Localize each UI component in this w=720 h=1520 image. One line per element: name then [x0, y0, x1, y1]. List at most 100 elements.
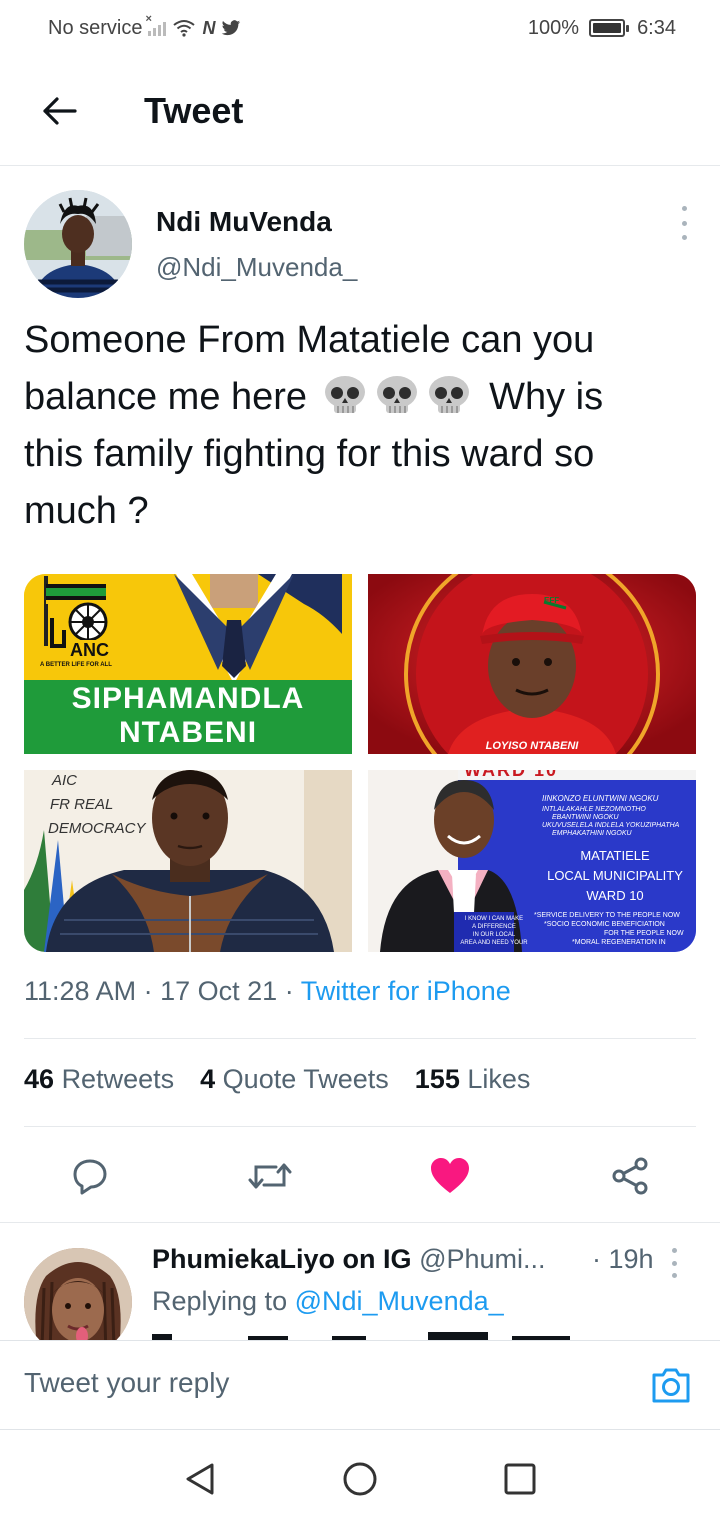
reply-avatar[interactable]: [24, 1248, 132, 1340]
likes-stat[interactable]: 155 Likes: [415, 1064, 531, 1095]
reply-author-handle: @Phumi...: [419, 1244, 546, 1274]
reply-timestamp: · 19h: [592, 1244, 654, 1274]
poster-promise-2: *SOCIO ECONOMIC BENEFICIATION: [544, 921, 665, 928]
likes-count: 155: [414, 1064, 460, 1094]
status-left: No service × N: [48, 13, 241, 40]
poster-promise-4: *MORAL REGENERATION IN: [572, 939, 666, 946]
media-image-4[interactable]: WARD 10 IINKONZO ELUNTWINI NGOKU INTLALA…: [368, 770, 696, 952]
arrow-left-icon: [43, 96, 77, 125]
skull-emoji-icon: [429, 376, 470, 413]
signal-icon: ×: [145, 13, 167, 36]
poster-left-4: AREA AND NEED YOUR: [460, 940, 528, 946]
battery-icon: [589, 19, 630, 37]
more-options-button[interactable]: [672, 206, 696, 240]
camera-button[interactable]: [650, 1365, 692, 1405]
battery-fill: [593, 23, 622, 33]
reply-composer[interactable]: Tweet your reply: [0, 1340, 720, 1430]
share-icon: [612, 1157, 648, 1195]
nav-recents-button[interactable]: [502, 1461, 538, 1497]
tweet-source-link[interactable]: Twitter for iPhone: [301, 976, 511, 1006]
wifi-icon: [173, 20, 196, 37]
candidate-caption: LOYISO NTABENI: [485, 740, 579, 752]
nfc-icon: N: [202, 17, 216, 38]
tweet-actions: [0, 1140, 720, 1210]
media-image-3[interactable]: AIC FR REAL DEMOCRACY: [24, 770, 352, 952]
anc-party-label: ANC: [68, 640, 111, 661]
reply-author-name: PhumiekaLiyo on IG: [152, 1244, 412, 1274]
retweets-count: 46: [24, 1064, 55, 1094]
tweet-media-grid: ANC A BETTER LIFE FOR ALL SIPHAMANDLA NT…: [24, 574, 696, 952]
twitter-bird-icon: [222, 19, 241, 35]
tweet-text-line: Someone From Matatiele can you: [24, 319, 595, 361]
replying-prefix: Replying to: [152, 1286, 288, 1316]
like-button[interactable]: [428, 1154, 472, 1198]
quotes-count: 4: [200, 1064, 216, 1094]
tweet-text: Someone From Matatiele can you balance m…: [24, 312, 704, 540]
battery-percent: 100%: [527, 16, 580, 39]
reply-author[interactable]: PhumiekaLiyo on IG @Phumi...: [152, 1244, 546, 1275]
tweet-time: 11:28 AM: [24, 976, 137, 1006]
author-name[interactable]: Ndi MuVenda: [156, 206, 332, 238]
camera-icon: [652, 1368, 690, 1403]
status-right: 100% 6:34: [528, 17, 676, 40]
ward-bullet-3a: UKUVUSELELA INDLELA YOKUZIPHATHA: [542, 822, 680, 829]
tweet-date: 17 Oct 21: [160, 976, 278, 1006]
eff-portrait-graphic: [368, 574, 696, 754]
skull-emoji-icon: [325, 376, 366, 413]
carrier-label: No service: [48, 16, 143, 39]
quotes-label: Quote Tweets: [222, 1064, 389, 1094]
skull-emoji-icon: [377, 376, 418, 413]
anc-slogan: A BETTER LIFE FOR ALL: [40, 662, 112, 668]
candidate-last-name: NTABENI: [118, 716, 258, 749]
poster-left-3: IN OUR LOCAL: [472, 932, 516, 938]
meta-separator: ·: [284, 976, 301, 1006]
ward-banner: WARD 10: [464, 770, 559, 780]
poster-left-2: A DIFFERENCE: [472, 924, 516, 930]
poster-left-1: I KNOW I CAN MAKE: [464, 916, 524, 922]
reply-text-cutoff: [152, 1332, 570, 1340]
divider: [24, 1126, 696, 1127]
author-avatar[interactable]: [24, 190, 132, 298]
retweet-button[interactable]: [248, 1154, 292, 1198]
circle-home-icon: [343, 1462, 377, 1496]
replying-to: Replying to @Ndi_Muvenda_: [152, 1286, 504, 1317]
nav-back-button[interactable]: [182, 1461, 218, 1497]
quotes-stat[interactable]: 4 Quote Tweets: [200, 1064, 389, 1095]
divider: [24, 1038, 696, 1039]
ward-bullet-2b: EBANTWINI NGOKU: [552, 814, 619, 821]
municipality-name: MATATIELE: [580, 848, 650, 863]
author-handle[interactable]: @Ndi_Muvenda_: [156, 252, 357, 283]
status-bar: No service × N 100% 6:34: [0, 0, 720, 56]
tweet-meta: 11:28 AM · 17 Oct 21 · Twitter for iPhon…: [24, 976, 511, 1007]
tweet-text-line: this family fighting for this ward so: [24, 433, 595, 475]
poster-promise-3: FOR THE PEOPLE NOW: [604, 930, 684, 937]
reply-icon: [73, 1159, 107, 1195]
eff-hat-text: EFF: [544, 596, 560, 605]
square-recents-icon: [504, 1463, 536, 1495]
aic-line1: AIC: [52, 772, 78, 789]
share-button[interactable]: [608, 1154, 652, 1198]
heart-filled-icon: [431, 1158, 469, 1193]
replying-mention-link[interactable]: @Ndi_Muvenda_: [295, 1286, 504, 1316]
ward-bullet-2a: INTLALAKAHLE NEZOMNOTHO: [542, 806, 646, 813]
retweets-label: Retweets: [61, 1064, 175, 1094]
retweet-icon: [248, 1163, 292, 1189]
tweet-stats: 46 Retweets 4 Quote Tweets 155 Likes: [24, 1064, 530, 1095]
municipality-type: LOCAL MUNICIPALITY: [547, 868, 683, 883]
candidate-first-name: SIPHAMANDLA: [71, 682, 305, 715]
author-avatar-image: [24, 190, 132, 298]
reply-input[interactable]: Tweet your reply: [24, 1367, 229, 1399]
ward-number: WARD 10: [586, 888, 644, 903]
page-title: Tweet: [144, 89, 244, 131]
nav-home-button[interactable]: [342, 1461, 378, 1497]
media-image-1[interactable]: ANC A BETTER LIFE FOR ALL SIPHAMANDLA NT…: [24, 574, 352, 754]
reply-more-options-button[interactable]: [664, 1248, 684, 1278]
reply-button[interactable]: [68, 1154, 112, 1198]
retweets-stat[interactable]: 46 Retweets: [24, 1064, 174, 1095]
tweet-text-line: balance me here Why is: [24, 369, 704, 426]
media-image-2[interactable]: EFF LOYISO NTABENI: [368, 574, 696, 754]
back-button[interactable]: [24, 81, 94, 141]
reply-tweet[interactable]: PhumiekaLiyo on IG @Phumi... · 19h Reply…: [0, 1224, 720, 1340]
tweet-text-line: much ?: [24, 490, 149, 532]
tweet-author: Ndi MuVenda @Ndi_Muvenda_: [24, 190, 696, 300]
